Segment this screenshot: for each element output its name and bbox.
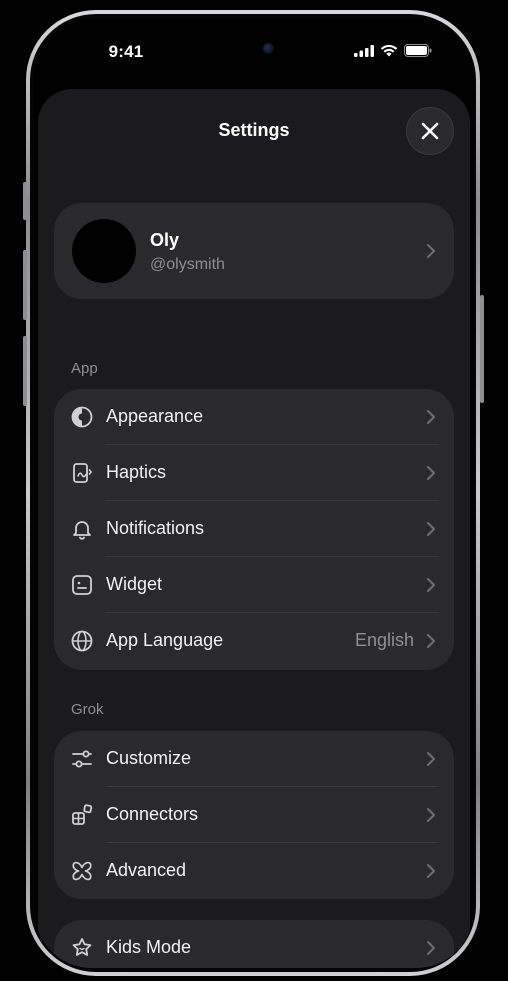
chevron-right-icon xyxy=(427,864,435,878)
profile-handle: @olysmith xyxy=(150,256,225,273)
settings-item-label: App Language xyxy=(106,630,224,650)
settings-item-label: Appearance xyxy=(106,406,204,426)
settings-item-customize[interactable]: Customize xyxy=(54,731,454,787)
settings-item-kids-mode[interactable]: Kids Mode xyxy=(54,920,454,968)
connectors-icon xyxy=(72,804,93,825)
bell-icon xyxy=(73,521,91,540)
wifi-icon xyxy=(380,44,398,57)
close-icon xyxy=(421,122,439,140)
advanced-icon xyxy=(72,861,92,881)
kids-mode-icon xyxy=(72,938,92,956)
settings-item-notifications[interactable]: Notifications xyxy=(54,501,454,557)
chevron-right-icon xyxy=(427,522,435,536)
profile-name: Oly xyxy=(150,230,180,250)
settings-sheet: Settings Oly @olysmith App Appearance Ha… xyxy=(38,89,470,968)
settings-item-label: Notifications xyxy=(106,518,205,538)
chevron-right-icon xyxy=(427,941,435,955)
status-icons xyxy=(354,44,432,57)
close-button[interactable] xyxy=(406,107,454,155)
app-settings-group: Appearance Haptics Notifications Widget … xyxy=(54,389,454,670)
sliders-icon xyxy=(72,750,92,768)
settings-item-advanced[interactable]: Advanced xyxy=(54,843,454,899)
section-label-grok: Grok xyxy=(71,701,104,718)
chevron-right-icon xyxy=(427,578,435,592)
appearance-icon xyxy=(71,406,93,428)
settings-item-label: Haptics xyxy=(106,462,167,482)
settings-item-haptics[interactable]: Haptics xyxy=(54,445,454,501)
settings-item-app-language[interactable]: App Language English xyxy=(54,613,454,669)
grok-settings-group: Customize Connectors Advanced xyxy=(54,731,454,899)
avatar xyxy=(72,219,136,283)
section-label-app: App xyxy=(71,360,98,377)
volume-down-button xyxy=(23,336,27,406)
chevron-right-icon xyxy=(427,466,435,480)
settings-item-label: Connectors xyxy=(106,804,199,824)
battery-icon xyxy=(404,44,432,57)
settings-item-connectors[interactable]: Connectors xyxy=(54,787,454,843)
status-time: 9:41 xyxy=(108,42,144,61)
settings-item-label: Widget xyxy=(106,574,163,594)
action-button xyxy=(23,182,27,220)
phone-screen: 9:41 Settings Oly @olysmith App Appearan… xyxy=(34,18,474,968)
haptics-icon xyxy=(73,463,92,483)
settings-item-label: Customize xyxy=(106,748,192,768)
chevron-right-icon xyxy=(427,410,435,424)
power-button xyxy=(480,295,484,403)
globe-icon xyxy=(71,630,93,652)
settings-item-label: Advanced xyxy=(106,860,187,880)
dynamic-island xyxy=(194,32,312,66)
settings-item-appearance[interactable]: Appearance xyxy=(54,389,454,445)
camera-icon xyxy=(263,43,274,54)
profile-card[interactable]: Oly @olysmith xyxy=(54,203,454,299)
volume-up-button xyxy=(23,250,27,320)
chevron-right-icon xyxy=(427,244,435,258)
language-value: English xyxy=(354,630,414,650)
chevron-right-icon xyxy=(427,808,435,822)
settings-item-widget[interactable]: Widget xyxy=(54,557,454,613)
kids-settings-group: Kids Mode xyxy=(54,920,454,968)
cellular-signal-icon xyxy=(354,44,374,57)
widget-icon xyxy=(72,575,92,595)
chevron-right-icon xyxy=(427,634,435,648)
chevron-right-icon xyxy=(427,752,435,766)
settings-item-label: Kids Mode xyxy=(106,937,192,957)
